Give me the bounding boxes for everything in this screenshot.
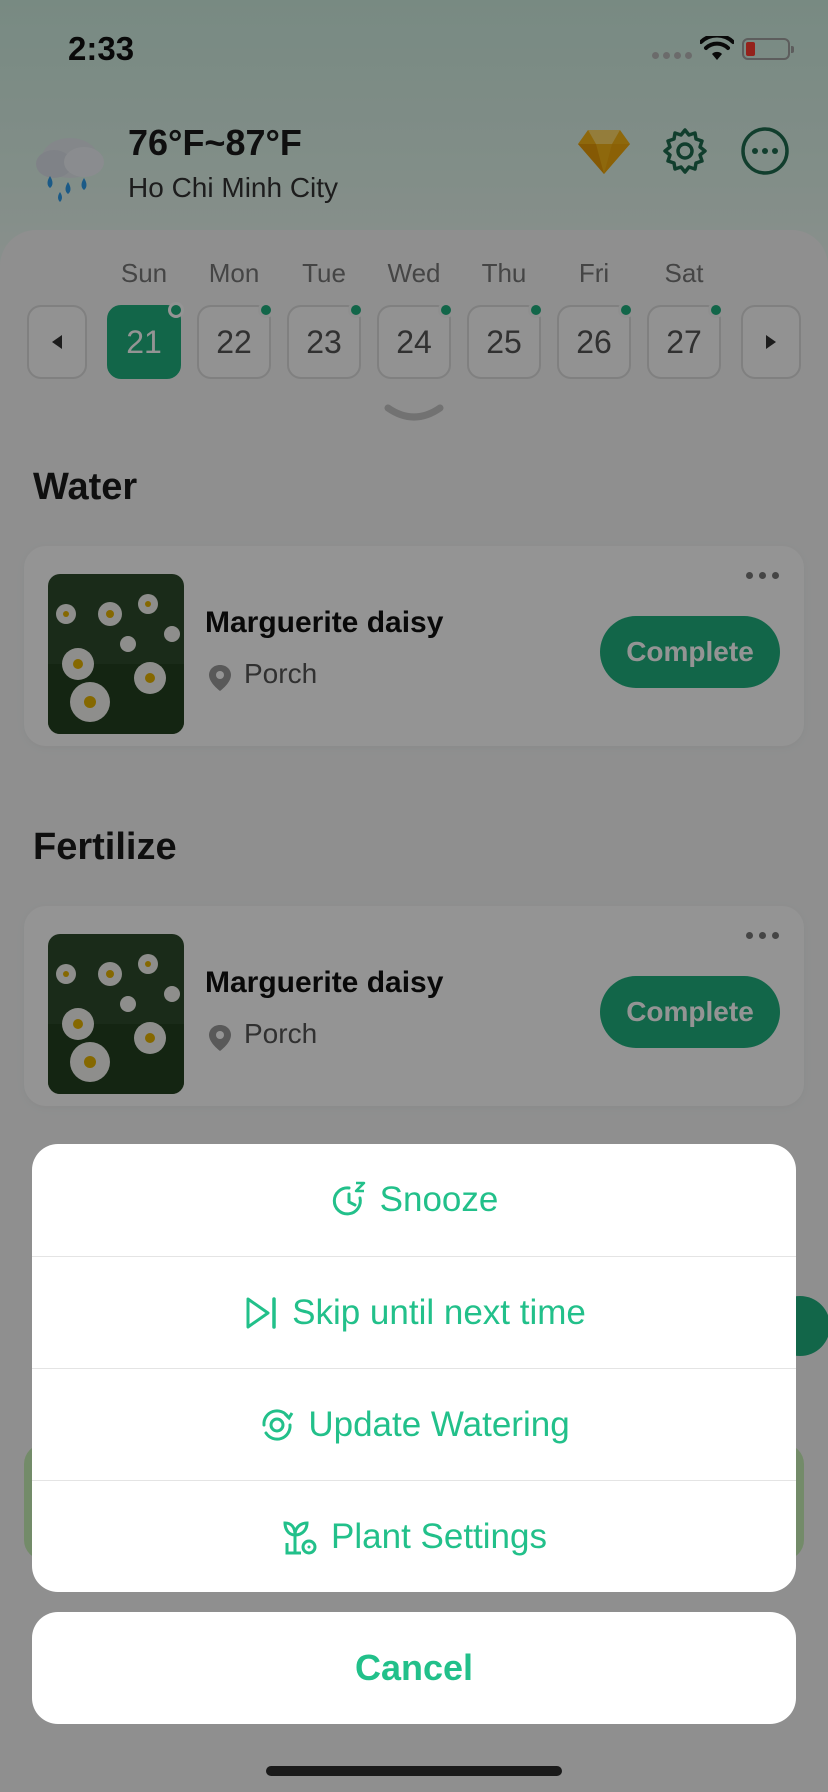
update-watering-label: Update Watering (308, 1404, 570, 1444)
skip-label: Skip until next time (292, 1292, 586, 1332)
plant-settings-icon (283, 1520, 317, 1554)
plant-settings-action[interactable]: Plant Settings (32, 1480, 796, 1592)
app-root: 2:33 76°F~87°F Ho Chi Minh City Sun Mon … (0, 0, 828, 1792)
skip-action[interactable]: Skip until next time (32, 1256, 796, 1368)
snooze-action[interactable]: Snooze (32, 1144, 796, 1256)
update-watering-action[interactable]: Update Watering (32, 1368, 796, 1480)
action-sheet: Snooze Skip until next time Update Water… (32, 1144, 796, 1592)
plant-settings-label: Plant Settings (331, 1516, 547, 1556)
home-indicator (266, 1766, 562, 1776)
update-watering-icon (262, 1408, 294, 1441)
snooze-icon (332, 1181, 365, 1216)
snooze-label: Snooze (379, 1180, 499, 1219)
cancel-button[interactable]: Cancel (32, 1612, 796, 1724)
skip-icon (246, 1296, 276, 1329)
